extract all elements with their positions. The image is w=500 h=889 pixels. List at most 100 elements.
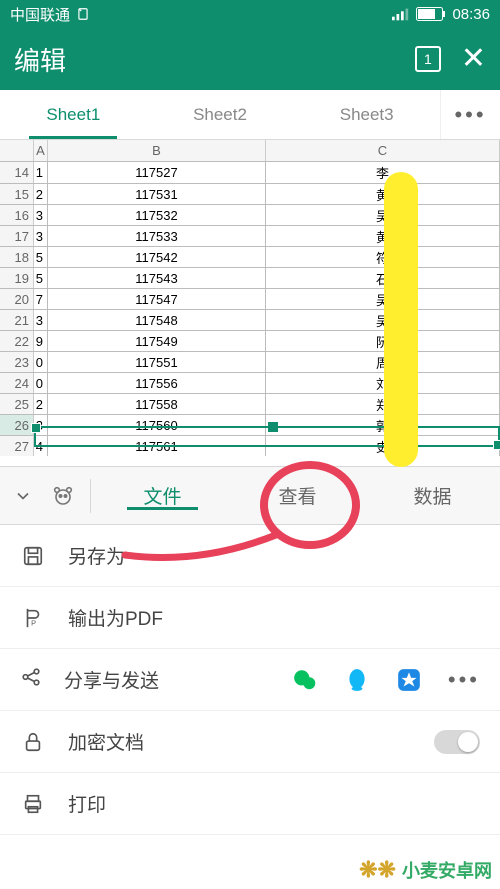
row-header[interactable]: 26 [0, 415, 34, 435]
table-row[interactable]: 274117561史 [0, 435, 500, 456]
cell[interactable]: 3 [34, 205, 48, 225]
row-header[interactable]: 23 [0, 352, 34, 372]
row-header[interactable]: 16 [0, 205, 34, 225]
tool-tab-file[interactable]: 文件 [95, 482, 230, 509]
cell[interactable]: 5 [34, 268, 48, 288]
row-header[interactable]: 18 [0, 247, 34, 267]
close-button[interactable]: ✕ [461, 44, 486, 74]
sheet-tab-2[interactable]: Sheet2 [147, 90, 294, 139]
cell[interactable]: 7 [34, 289, 48, 309]
table-row[interactable]: 141117527李 [0, 162, 500, 183]
table-row[interactable]: 230117551周 [0, 351, 500, 372]
window-tabs-button[interactable]: 1 [415, 46, 441, 72]
cell[interactable]: 吴 [266, 205, 500, 225]
sheet-tab-3[interactable]: Sheet3 [293, 90, 440, 139]
cell[interactable]: 0 [34, 352, 48, 372]
cell[interactable]: 李 [266, 162, 500, 183]
table-row[interactable]: 152117531黄 [0, 183, 500, 204]
cell[interactable]: 石 [266, 268, 500, 288]
cell[interactable]: 郑 [266, 394, 500, 414]
tool-tab-view[interactable]: 查看 [230, 482, 365, 509]
cell[interactable]: 吴 [266, 310, 500, 330]
table-row[interactable]: 173117533黄 [0, 225, 500, 246]
row-header[interactable]: 15 [0, 184, 34, 204]
row-header[interactable]: 14 [0, 162, 34, 183]
share-more-button[interactable]: ••• [448, 667, 480, 693]
cell[interactable]: 5 [34, 247, 48, 267]
cell[interactable]: 117543 [48, 268, 266, 288]
cell[interactable]: 3 [34, 226, 48, 246]
menu-save-as[interactable]: 另存为 [0, 525, 500, 587]
wechat-icon[interactable] [292, 667, 318, 693]
qq-icon[interactable] [344, 667, 370, 693]
cell[interactable]: 117551 [48, 352, 266, 372]
table-row[interactable]: 207117547吴 [0, 288, 500, 309]
table-row[interactable]: 195117543石 [0, 267, 500, 288]
tool-tab-data[interactable]: 数据 [365, 482, 500, 509]
assistant-button[interactable] [48, 481, 78, 511]
row-header[interactable]: 24 [0, 373, 34, 393]
row-header[interactable]: 27 [0, 436, 34, 456]
table-row[interactable]: 185117542符 [0, 246, 500, 267]
cell[interactable]: 符 [266, 247, 500, 267]
cell[interactable]: 117549 [48, 331, 266, 351]
cell[interactable]: 刘 [266, 373, 500, 393]
cell[interactable]: 117556 [48, 373, 266, 393]
watermark: ❋❋ 小麦安卓网 [359, 857, 492, 883]
table-row[interactable]: 213117548吴 [0, 309, 500, 330]
cell[interactable]: 黄 [266, 226, 500, 246]
cell[interactable]: 3 [34, 415, 48, 435]
cell[interactable]: 2 [34, 394, 48, 414]
tabs-count: 1 [424, 51, 432, 67]
cell[interactable]: 117542 [48, 247, 266, 267]
cell[interactable]: 117527 [48, 162, 266, 183]
cell[interactable]: 2 [34, 184, 48, 204]
star-app-icon[interactable] [396, 667, 422, 693]
cell[interactable]: 117531 [48, 184, 266, 204]
wheat-icon: ❋❋ [359, 857, 396, 883]
row-header[interactable]: 20 [0, 289, 34, 309]
cell[interactable]: 3 [34, 310, 48, 330]
row-header[interactable]: 25 [0, 394, 34, 414]
pdf-icon: P [20, 605, 46, 631]
col-header-A[interactable]: A [34, 140, 48, 161]
sheet-tab-1[interactable]: Sheet1 [0, 90, 147, 139]
col-header-B[interactable]: B [48, 140, 266, 161]
cell[interactable]: 117558 [48, 394, 266, 414]
row-header[interactable]: 17 [0, 226, 34, 246]
col-header-C[interactable]: C [266, 140, 500, 161]
table-row[interactable]: 263117560郭 [0, 414, 500, 435]
cell[interactable]: 117532 [48, 205, 266, 225]
menu-print[interactable]: 打印 [0, 773, 500, 835]
collapse-panel-button[interactable] [8, 481, 38, 511]
cell[interactable]: 117561 [48, 436, 266, 456]
cell[interactable]: 117533 [48, 226, 266, 246]
menu-export-pdf[interactable]: P 输出为PDF [0, 587, 500, 649]
cell[interactable]: 阮 [266, 331, 500, 351]
table-row[interactable]: 240117556刘 [0, 372, 500, 393]
cell[interactable]: 9 [34, 331, 48, 351]
cell[interactable]: 黄 [266, 184, 500, 204]
cell[interactable]: 1 [34, 162, 48, 183]
menu-share[interactable]: 分享与发送 ••• [0, 649, 500, 711]
spreadsheet-grid[interactable]: A B C 141117527李152117531黄163117532吴1731… [0, 140, 500, 466]
encrypt-toggle[interactable] [434, 730, 480, 754]
row-header[interactable]: 22 [0, 331, 34, 351]
table-row[interactable]: 229117549阮 [0, 330, 500, 351]
menu-encrypt[interactable]: 加密文档 [0, 711, 500, 773]
cell[interactable]: 郭 [266, 415, 500, 435]
cell[interactable]: 史 [266, 436, 500, 456]
share-icon [20, 666, 42, 694]
cell[interactable]: 117547 [48, 289, 266, 309]
row-header[interactable]: 21 [0, 310, 34, 330]
cell[interactable]: 0 [34, 373, 48, 393]
row-header[interactable]: 19 [0, 268, 34, 288]
sheet-tabs-more[interactable]: ••• [440, 90, 500, 139]
cell[interactable]: 吴 [266, 289, 500, 309]
cell[interactable]: 117560 [48, 415, 266, 435]
cell[interactable]: 4 [34, 436, 48, 456]
cell[interactable]: 117548 [48, 310, 266, 330]
table-row[interactable]: 252117558郑 [0, 393, 500, 414]
cell[interactable]: 周 [266, 352, 500, 372]
table-row[interactable]: 163117532吴 [0, 204, 500, 225]
